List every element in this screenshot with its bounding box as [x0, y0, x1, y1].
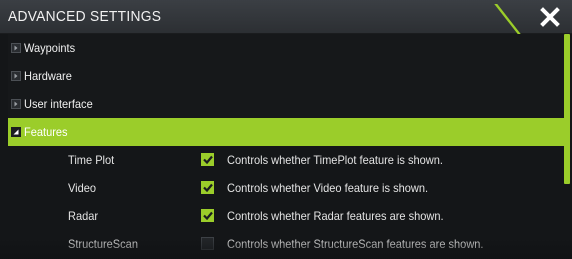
- feature-name: StructureScan: [68, 237, 138, 251]
- feature-description: Controls whether TimePlot feature is sho…: [227, 153, 443, 167]
- settings-list: Waypoints Hardware User interface Featur…: [0, 34, 572, 259]
- feature-description: Controls whether Radar features are show…: [227, 209, 444, 223]
- feature-row-time-plot: Time Plot Controls whether TimePlot feat…: [8, 146, 564, 174]
- tree-item-label: Waypoints: [24, 41, 76, 55]
- feature-row-radar: Radar Controls whether Radar features ar…: [8, 202, 564, 230]
- close-icon: [540, 7, 560, 27]
- tree-item-hardware[interactable]: Hardware: [8, 62, 564, 90]
- feature-row-structurescan: StructureScan Controls whether Structure…: [8, 230, 564, 258]
- feature-name: Video: [68, 181, 97, 195]
- feature-description: Controls whether StructureScan features …: [227, 237, 484, 251]
- video-checkbox[interactable]: [201, 181, 214, 194]
- tree-item-label: Features: [24, 125, 68, 139]
- accent-slash: [494, 4, 521, 34]
- tree-item-features[interactable]: Features: [8, 118, 564, 146]
- time-plot-checkbox[interactable]: [201, 153, 214, 166]
- structurescan-checkbox[interactable]: [201, 237, 214, 250]
- scrollbar-thumb[interactable]: [564, 34, 570, 184]
- expand-icon[interactable]: [11, 99, 21, 109]
- collapse-icon[interactable]: [11, 127, 21, 137]
- dialog-title: ADVANCED SETTINGS: [8, 8, 162, 25]
- expand-icon[interactable]: [11, 43, 21, 53]
- title-bar: ADVANCED SETTINGS: [0, 0, 572, 34]
- tree-item-label: Hardware: [24, 69, 72, 83]
- feature-row-video: Video Controls whether Video feature is …: [8, 174, 564, 202]
- tree-item-user-interface[interactable]: User interface: [8, 90, 564, 118]
- checkmark-icon: [202, 183, 213, 192]
- feature-name: Radar: [68, 209, 99, 223]
- checkmark-icon: [202, 211, 213, 220]
- expand-icon[interactable]: [11, 71, 21, 81]
- checkmark-icon: [202, 155, 213, 164]
- close-button[interactable]: [536, 3, 564, 31]
- feature-name: Time Plot: [68, 153, 115, 167]
- feature-description: Controls whether Video feature is shown.: [227, 181, 429, 195]
- close-area: [494, 0, 572, 34]
- tree-item-label: User interface: [24, 97, 93, 111]
- radar-checkbox[interactable]: [201, 209, 214, 222]
- tree-item-waypoints[interactable]: Waypoints: [8, 34, 564, 62]
